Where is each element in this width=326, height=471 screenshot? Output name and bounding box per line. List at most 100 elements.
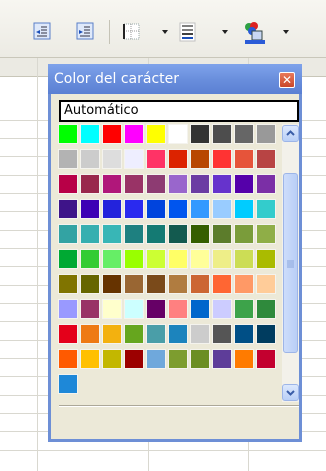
color-swatch[interactable] <box>58 374 78 394</box>
color-swatch[interactable] <box>168 124 188 144</box>
color-swatch[interactable] <box>58 299 78 319</box>
scroll-up-button[interactable] <box>282 125 299 142</box>
color-swatch[interactable] <box>80 349 100 369</box>
color-swatch[interactable] <box>212 224 232 244</box>
color-swatch[interactable] <box>80 149 100 169</box>
color-swatch[interactable] <box>80 274 100 294</box>
color-swatch[interactable] <box>102 324 122 344</box>
decrease-indent-button[interactable] <box>31 20 53 42</box>
color-swatch[interactable] <box>168 149 188 169</box>
color-swatch[interactable] <box>146 124 166 144</box>
color-swatch[interactable] <box>212 274 232 294</box>
color-swatch[interactable] <box>146 324 166 344</box>
borders-dropdown-arrow[interactable] <box>162 30 168 34</box>
color-swatch[interactable] <box>212 249 232 269</box>
color-swatch[interactable] <box>168 324 188 344</box>
color-swatch[interactable] <box>256 249 276 269</box>
color-swatch[interactable] <box>124 324 144 344</box>
color-swatch[interactable] <box>168 274 188 294</box>
color-swatch[interactable] <box>102 299 122 319</box>
color-swatch[interactable] <box>58 249 78 269</box>
color-swatch[interactable] <box>124 274 144 294</box>
color-swatch[interactable] <box>80 199 100 219</box>
color-swatch[interactable] <box>80 299 100 319</box>
color-swatch[interactable] <box>212 124 232 144</box>
color-swatch[interactable] <box>168 224 188 244</box>
color-swatch[interactable] <box>234 324 254 344</box>
color-swatch[interactable] <box>146 199 166 219</box>
color-swatch[interactable] <box>190 224 210 244</box>
color-swatch[interactable] <box>58 224 78 244</box>
color-swatch[interactable] <box>146 274 166 294</box>
color-swatch[interactable] <box>212 299 232 319</box>
color-swatch[interactable] <box>234 349 254 369</box>
color-swatch[interactable] <box>58 349 78 369</box>
color-swatch[interactable] <box>58 324 78 344</box>
color-swatch[interactable] <box>234 124 254 144</box>
color-swatch[interactable] <box>212 149 232 169</box>
color-swatch[interactable] <box>234 199 254 219</box>
line-style-dropdown-arrow[interactable] <box>222 30 228 34</box>
color-swatch[interactable] <box>102 249 122 269</box>
color-swatch[interactable] <box>212 349 232 369</box>
color-swatch[interactable] <box>190 199 210 219</box>
color-swatch[interactable] <box>256 149 276 169</box>
color-swatch[interactable] <box>190 124 210 144</box>
color-swatch[interactable] <box>124 149 144 169</box>
border-color-dropdown-arrow[interactable] <box>283 30 289 34</box>
color-swatch[interactable] <box>102 174 122 194</box>
color-swatch[interactable] <box>190 299 210 319</box>
color-swatch[interactable] <box>102 124 122 144</box>
color-swatch[interactable] <box>146 349 166 369</box>
color-swatch[interactable] <box>256 349 276 369</box>
color-swatch[interactable] <box>256 199 276 219</box>
color-swatch[interactable] <box>124 124 144 144</box>
border-color-button[interactable] <box>240 20 265 44</box>
color-swatch[interactable] <box>256 274 276 294</box>
color-swatch[interactable] <box>234 249 254 269</box>
color-swatch[interactable] <box>190 149 210 169</box>
color-swatch[interactable] <box>80 224 100 244</box>
color-swatch[interactable] <box>146 224 166 244</box>
color-swatch[interactable] <box>124 174 144 194</box>
color-swatch[interactable] <box>102 224 122 244</box>
color-swatch[interactable] <box>80 324 100 344</box>
automatic-color-button[interactable]: Automático <box>59 100 299 122</box>
color-swatch[interactable] <box>212 324 232 344</box>
color-swatch[interactable] <box>190 349 210 369</box>
color-swatch[interactable] <box>168 199 188 219</box>
color-swatch[interactable] <box>146 174 166 194</box>
scroll-thumb[interactable] <box>283 173 298 353</box>
color-swatch[interactable] <box>58 274 78 294</box>
color-swatch[interactable] <box>234 149 254 169</box>
color-swatch[interactable] <box>124 249 144 269</box>
color-swatch[interactable] <box>190 324 210 344</box>
color-swatch[interactable] <box>256 174 276 194</box>
color-swatch[interactable] <box>256 124 276 144</box>
color-swatch[interactable] <box>212 174 232 194</box>
color-swatch[interactable] <box>256 224 276 244</box>
color-swatch[interactable] <box>146 249 166 269</box>
scroll-down-button[interactable] <box>282 384 299 401</box>
color-swatch[interactable] <box>256 299 276 319</box>
color-swatch[interactable] <box>102 149 122 169</box>
color-swatch[interactable] <box>58 124 78 144</box>
borders-button[interactable] <box>120 20 142 42</box>
color-swatch[interactable] <box>80 174 100 194</box>
color-swatch[interactable] <box>58 174 78 194</box>
close-button[interactable]: ✕ <box>279 72 295 88</box>
color-swatch[interactable] <box>190 249 210 269</box>
color-swatch[interactable] <box>146 299 166 319</box>
color-swatch[interactable] <box>80 124 100 144</box>
color-swatch[interactable] <box>146 149 166 169</box>
line-style-button[interactable] <box>176 20 198 42</box>
color-swatch[interactable] <box>102 274 122 294</box>
color-swatch[interactable] <box>256 324 276 344</box>
color-swatch[interactable] <box>168 249 188 269</box>
color-swatch[interactable] <box>124 199 144 219</box>
color-swatch[interactable] <box>58 149 78 169</box>
color-swatch[interactable] <box>212 199 232 219</box>
color-swatch[interactable] <box>234 274 254 294</box>
color-swatch[interactable] <box>124 299 144 319</box>
color-swatch[interactable] <box>124 224 144 244</box>
